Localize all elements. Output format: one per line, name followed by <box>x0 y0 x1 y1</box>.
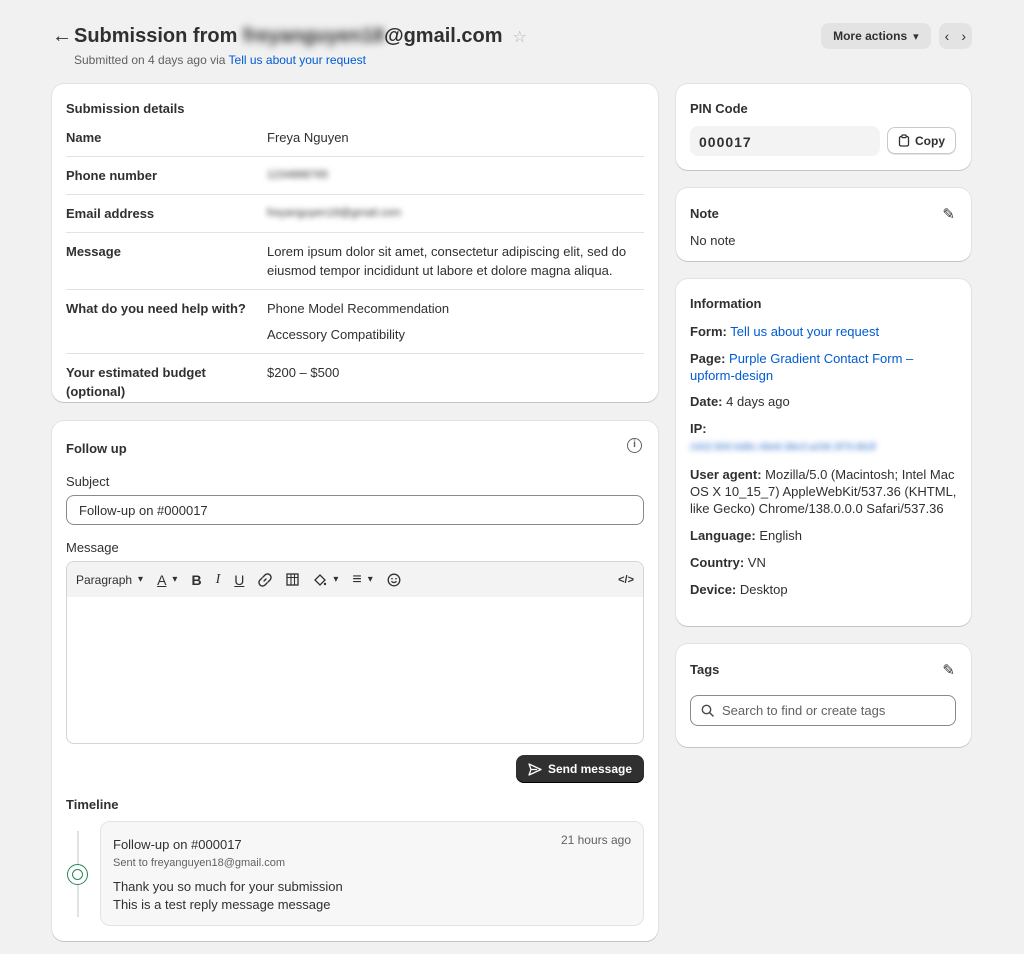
note-value: No note <box>690 233 736 248</box>
tag-search-input[interactable]: Search to find or create tags <box>690 695 956 726</box>
pager: ‹ › <box>938 23 972 49</box>
detail-row-budget: Your estimated budget (optional) $200 – … <box>66 365 340 399</box>
chevron-down-icon: ▾ <box>913 30 919 43</box>
info-user-agent: User agent: Mozilla/5.0 (Macintosh; Inte… <box>690 467 957 516</box>
detail-row-message: Message Lorem ipsum dolor sit amet, cons… <box>66 233 644 290</box>
info-date: Date: 4 days ago <box>690 394 790 409</box>
more-actions-button[interactable]: More actions ▾ <box>821 23 931 49</box>
subject-input[interactable]: Follow-up on #000017 <box>66 495 644 525</box>
info-icon[interactable]: i <box>627 438 642 453</box>
back-arrow-icon[interactable]: ← <box>52 24 72 48</box>
paragraph-dropdown[interactable]: Paragraph ▾ <box>76 573 143 587</box>
card-title: PIN Code <box>690 101 748 116</box>
prev-button[interactable]: ‹ <box>945 28 950 44</box>
info-page: Page: Purple Gradient Contact Form – upf… <box>690 351 914 383</box>
send-message-button[interactable]: Send message <box>515 755 644 783</box>
entry-time: 21 hours ago <box>560 833 631 847</box>
entry-line-2: This is a test reply message message <box>113 897 331 912</box>
information-card: Information Form: Tell us about your req… <box>676 279 971 626</box>
timeline-entry: Follow-up on #000017 21 hours ago Sent t… <box>100 821 644 926</box>
table-icon[interactable] <box>286 573 300 586</box>
code-view-button[interactable]: </> <box>618 574 634 586</box>
chevron-down-icon: ▾ <box>367 574 373 585</box>
edit-pencil-icon[interactable]: ✎ <box>942 661 955 679</box>
bold-button[interactable]: B <box>191 572 201 588</box>
info-form: Form: Tell us about your request <box>690 324 880 339</box>
search-icon <box>701 704 714 717</box>
info-country: Country: VN <box>690 555 766 570</box>
detail-row-help: What do you need help with? Phone Model … <box>66 290 644 354</box>
editor-toolbar: Paragraph ▾ A ▾ B I U ▾ ≡ ▾ </> <box>67 562 643 597</box>
tags-card: Tags ✎ Search to find or create tags <box>676 644 971 747</box>
align-icon: ≡ <box>352 570 362 588</box>
card-title: Note <box>690 206 719 221</box>
link-icon[interactable] <box>258 572 273 587</box>
info-device: Device: Desktop <box>690 582 788 597</box>
page-header: ← Submission from freyanguyen18@gmail.co… <box>52 22 972 72</box>
form-link[interactable]: Tell us about your request <box>730 324 879 339</box>
card-title: Follow up <box>66 441 127 456</box>
follow-up-card: Follow up i Subject Follow-up on #000017… <box>52 421 658 941</box>
subject-label: Subject <box>66 474 110 489</box>
detail-row-email: Email address freyanguyen18@gmail.com <box>66 195 644 233</box>
detail-row-phone: Phone number 1234888765 <box>66 157 644 195</box>
clipboard-icon <box>898 134 910 147</box>
pin-code-value: 000017 <box>690 126 880 156</box>
chevron-down-icon: ▾ <box>333 574 339 585</box>
copy-button[interactable]: Copy <box>887 127 956 154</box>
star-icon[interactable]: ☆ <box>513 29 527 46</box>
entry-subject: Follow-up on #000017 <box>113 837 242 852</box>
entry-sent-to: Sent to freyanguyen18@gmail.com <box>113 857 285 869</box>
header-actions: More actions ▾ ‹ › <box>821 23 972 49</box>
note-card: Note ✎ No note <box>676 188 971 261</box>
next-button[interactable]: › <box>961 28 966 44</box>
card-title: Submission details <box>66 101 185 116</box>
pin-code-card: PIN Code 000017 Copy <box>676 84 971 170</box>
chevron-down-icon: ▾ <box>172 574 178 585</box>
message-editor[interactable]: Paragraph ▾ A ▾ B I U ▾ ≡ ▾ </> <box>66 561 644 744</box>
timeline-title: Timeline <box>66 797 119 812</box>
paint-bucket-icon <box>314 573 327 586</box>
font-color-icon: A <box>157 571 167 588</box>
page-subtitle: Submitted on 4 days ago via Tell us abou… <box>74 53 366 67</box>
entry-line-1: Thank you so much for your submission <box>113 879 343 894</box>
font-color-button[interactable]: A ▾ <box>157 572 177 588</box>
align-button[interactable]: ≡ ▾ <box>352 571 372 589</box>
send-icon <box>528 762 542 776</box>
card-title: Tags <box>690 662 720 677</box>
underline-button[interactable]: U <box>234 572 244 588</box>
detail-row-name: Name Freya Nguyen <box>66 119 644 157</box>
emoji-icon[interactable] <box>387 573 401 587</box>
info-ip: IP: 2402:800:6d8c:48e8:38e3:a436:3f76:8b3… <box>690 421 876 453</box>
blurred-email: freyanguyen18 <box>242 25 385 47</box>
message-label: Message <box>66 540 119 555</box>
submission-details-card: Submission details Name Freya Nguyen Pho… <box>52 84 658 402</box>
timeline-check-icon <box>67 864 88 885</box>
fill-color-button[interactable]: ▾ <box>313 573 338 587</box>
form-link[interactable]: Tell us about your request <box>229 53 366 67</box>
card-title: Information <box>690 296 762 311</box>
edit-pencil-icon[interactable]: ✎ <box>942 205 955 223</box>
page-title: Submission from freyanguyen18@gmail.com ☆ <box>74 25 527 47</box>
italic-button[interactable]: I <box>216 572 221 588</box>
info-language: Language: English <box>690 528 802 543</box>
chevron-down-icon: ▾ <box>138 574 144 585</box>
